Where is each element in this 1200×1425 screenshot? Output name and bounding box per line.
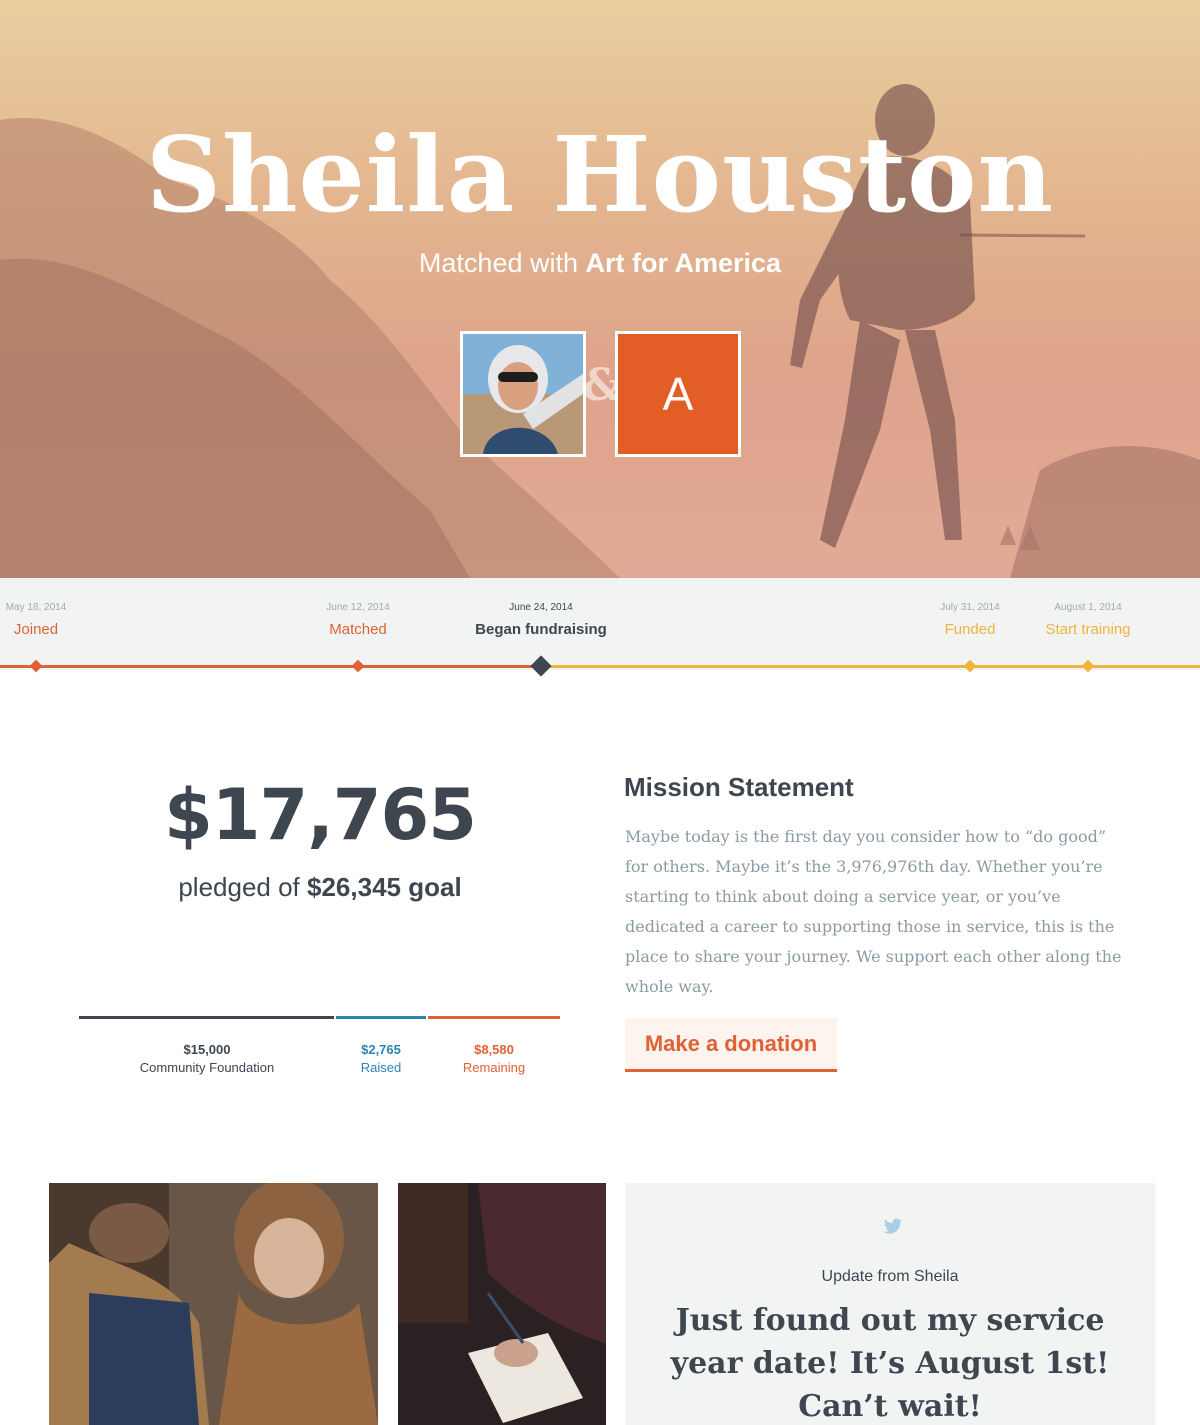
segment-amount: $8,580 bbox=[474, 1042, 514, 1057]
timeline-marker bbox=[351, 659, 365, 673]
update-text: Just found out my service year date! It’… bbox=[670, 1303, 1110, 1424]
mission-text: Maybe today is the first day you conside… bbox=[625, 827, 1122, 996]
funding-bar-foundation bbox=[79, 1016, 334, 1019]
segment-label: Community Foundation bbox=[139, 1060, 275, 1075]
gallery-photo-workshop[interactable] bbox=[49, 1183, 378, 1425]
matched-org-link[interactable]: Art for America bbox=[586, 248, 782, 278]
timeline-step-joined: May 18, 2014 Joined bbox=[6, 602, 67, 638]
timeline-marker-current bbox=[530, 655, 552, 677]
timeline-step-fundraising: June 24, 2014 Began fundraising bbox=[475, 602, 607, 638]
make-donation-button[interactable]: Make a donation bbox=[625, 1018, 837, 1072]
pledged-amount: $17,765 bbox=[164, 774, 477, 856]
timeline-step-matched: June 12, 2014 Matched bbox=[326, 602, 389, 638]
matched-with-line: Matched with Art for America bbox=[0, 248, 1200, 279]
pledged-prefix: pledged of bbox=[178, 872, 300, 902]
matched-prefix: Matched with bbox=[418, 248, 578, 278]
sketching-image bbox=[398, 1183, 606, 1425]
hero-banner: Sheila Houston Matched with Art for Amer… bbox=[0, 0, 1200, 578]
segment-label: Remaining bbox=[462, 1060, 526, 1075]
timeline-step-funded: July 31, 2014 Funded bbox=[940, 602, 1000, 638]
funding-bar-raised bbox=[336, 1016, 426, 1019]
gallery-photo-sketching[interactable] bbox=[398, 1183, 606, 1425]
progress-timeline: May 18, 2014 Joined June 12, 2014 Matche… bbox=[0, 578, 1200, 677]
timeline-step-training: August 1, 2014 Start training bbox=[1045, 602, 1130, 638]
timeline-date: July 31, 2014 bbox=[940, 602, 1000, 613]
timeline-marker bbox=[1081, 659, 1095, 673]
timeline-date: June 12, 2014 bbox=[326, 602, 390, 613]
pledged-goal-line: pledged of $26,345 goal bbox=[80, 872, 560, 903]
funding-legend-foundation: $15,000 Community Foundation bbox=[140, 1042, 274, 1075]
funding-legend-remaining: $8,580 Remaining bbox=[463, 1042, 525, 1075]
twitter-icon bbox=[883, 1218, 903, 1234]
workshop-image bbox=[49, 1183, 378, 1425]
timeline-label: Start training bbox=[1045, 621, 1131, 638]
funding-bar-remaining bbox=[428, 1016, 560, 1019]
org-avatar[interactable]: A bbox=[615, 331, 741, 457]
timeline-label: Joined bbox=[13, 621, 59, 638]
user-avatar[interactable] bbox=[460, 331, 586, 457]
timeline-date: May 18, 2014 bbox=[5, 602, 67, 613]
update-subtitle: Update from Sheila bbox=[821, 1268, 959, 1285]
segment-label: Raised bbox=[360, 1060, 402, 1075]
timeline-label: Matched bbox=[329, 621, 387, 638]
timeline-marker bbox=[963, 659, 977, 673]
timeline-marker bbox=[29, 659, 43, 673]
timeline-date: August 1, 2014 bbox=[1054, 602, 1122, 613]
timeline-date: June 24, 2014 bbox=[509, 602, 573, 613]
segment-amount: $15,000 bbox=[183, 1042, 231, 1057]
timeline-label: Funded bbox=[944, 621, 996, 638]
timeline-pending-line bbox=[541, 665, 1200, 668]
user-photo bbox=[463, 334, 583, 454]
hero-background-image bbox=[0, 84, 1200, 578]
segment-amount: $2,765 bbox=[361, 1042, 401, 1057]
mission-title: Mission Statement bbox=[624, 772, 854, 802]
funding-legend-raised: $2,765 Raised bbox=[361, 1042, 401, 1075]
profile-name: Sheila Houston bbox=[145, 113, 1055, 236]
goal-amount: $26,345 goal bbox=[307, 872, 462, 902]
timeline-completed-line bbox=[0, 665, 541, 668]
timeline-label: Began fundraising bbox=[475, 621, 607, 638]
